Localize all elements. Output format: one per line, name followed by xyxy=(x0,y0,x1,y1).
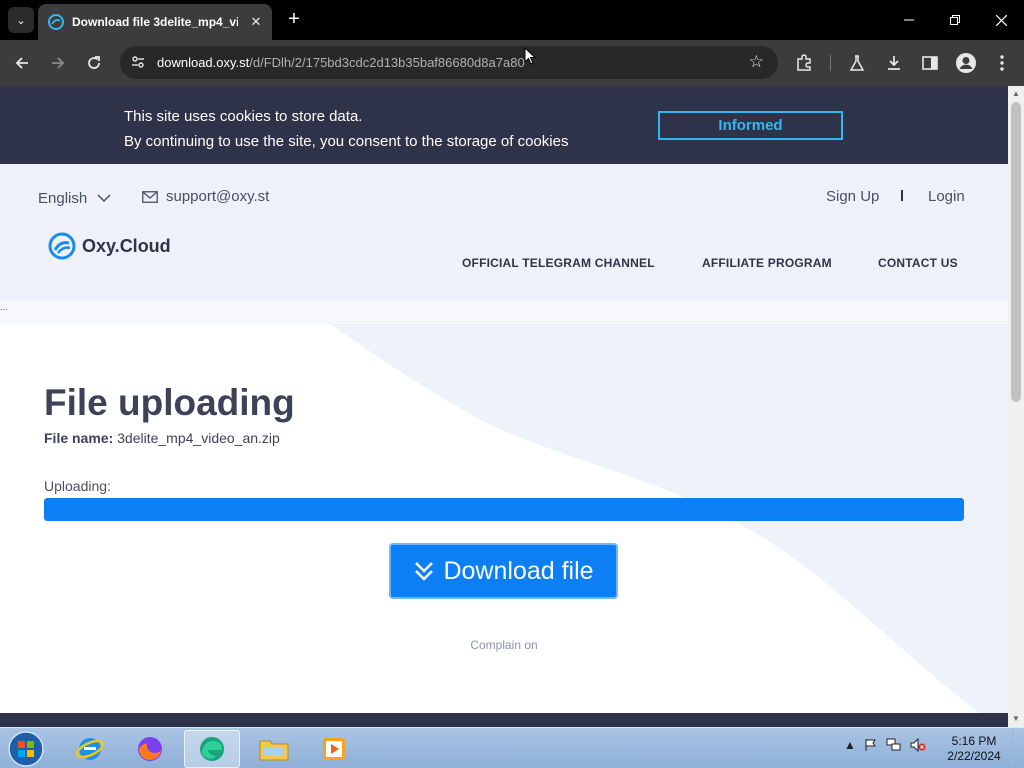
reload-icon xyxy=(88,56,100,69)
minimize-icon xyxy=(904,19,914,21)
nav-contact-us[interactable]: CONTACT US xyxy=(878,256,958,270)
taskbar-internet-explorer[interactable] xyxy=(62,730,118,768)
oxy-favicon-icon xyxy=(48,14,64,30)
page-title: File uploading xyxy=(44,382,295,423)
minimize-button[interactable] xyxy=(886,0,932,40)
sign-up-link[interactable]: Sign Up xyxy=(826,188,879,205)
scroll-thumb[interactable] xyxy=(1011,102,1021,402)
show-desktop-button[interactable] xyxy=(1012,728,1024,768)
browser-menu-icon[interactable] xyxy=(991,52,1013,74)
scroll-up-arrow-icon[interactable]: ▲ xyxy=(1011,89,1021,99)
close-icon xyxy=(995,14,1007,26)
toolbar-separator xyxy=(830,55,831,71)
ellipsis-marker: ... xyxy=(0,302,8,312)
nav-affiliate-program[interactable]: AFFILIATE PROGRAM xyxy=(702,256,832,270)
new-tab-button[interactable]: + xyxy=(282,8,306,32)
site-header: English support@oxy.st Sign Up Login Oxy… xyxy=(0,164,1008,300)
upload-progress-bar xyxy=(44,498,964,521)
oxy-logo-icon xyxy=(48,232,76,260)
web-page: This site uses cookies to store data. By… xyxy=(0,86,1008,713)
folder-icon xyxy=(259,740,289,761)
bookmark-star-icon[interactable]: ☆ xyxy=(749,52,764,72)
reload-button[interactable] xyxy=(82,51,106,75)
cookie-accept-button[interactable]: Informed xyxy=(658,111,843,140)
support-email: support@oxy.st xyxy=(166,188,270,205)
url-path: /d/FDlh/2/175bd3cdc2d13b35baf86680d8a7a8… xyxy=(249,55,525,70)
edge-browser-icon xyxy=(200,737,224,761)
page-footer xyxy=(0,713,1008,727)
tab-title: Download file 3delite_mp4_vid xyxy=(72,15,238,29)
header-strip xyxy=(0,300,1008,324)
cookie-line-1: This site uses cookies to store data. xyxy=(124,108,363,125)
file-name-value: 3delite_mp4_video_an.zip xyxy=(117,430,280,446)
back-button[interactable] xyxy=(10,51,34,75)
double-chevron-down-icon xyxy=(415,562,434,581)
tray-expand-icon[interactable]: ▲ xyxy=(844,738,856,752)
chevron-down-icon xyxy=(97,194,111,203)
clock-date: 2/22/2024 xyxy=(947,749,1001,763)
support-email-link[interactable]: support@oxy.st xyxy=(142,188,269,205)
url-text: download.oxy.st/d/FDlh/2/175bd3cdc2d13b3… xyxy=(157,55,525,70)
chevron-down-icon: ⌄ xyxy=(16,14,26,27)
close-tab-icon[interactable]: ✕ xyxy=(248,14,264,30)
mail-icon xyxy=(142,190,158,203)
taskbar-edge[interactable] xyxy=(184,730,240,768)
start-button[interactable] xyxy=(6,730,46,768)
browser-toolbar: download.oxy.st/d/FDlh/2/175bd3cdc2d13b3… xyxy=(0,40,1024,86)
profile-avatar-icon[interactable] xyxy=(955,52,977,74)
site-info-icon[interactable] xyxy=(130,54,146,70)
taskbar-file-explorer[interactable] xyxy=(246,730,302,768)
auth-divider xyxy=(901,190,903,201)
language-selector[interactable]: English xyxy=(38,190,111,207)
nav-telegram-channel[interactable]: OFFICIAL TELEGRAM CHANNEL xyxy=(462,256,655,270)
logo-text: Oxy.Cloud xyxy=(82,235,171,256)
mouse-cursor-icon xyxy=(524,47,536,65)
download-icon[interactable] xyxy=(883,52,905,74)
arrow-left-icon xyxy=(15,57,28,69)
taskbar-firefox[interactable] xyxy=(122,730,178,768)
internet-explorer-icon xyxy=(75,738,105,760)
restore-button[interactable] xyxy=(932,0,978,40)
taskbar-media-player[interactable] xyxy=(306,730,362,768)
url-host: download.oxy.st xyxy=(157,55,250,70)
page-scrollbar[interactable]: ▲ ▼ xyxy=(1008,86,1024,727)
tab-search-button[interactable]: ⌄ xyxy=(8,7,34,33)
tab-bar: ⌄ Download file 3delite_mp4_vid ✕ + xyxy=(0,0,1024,40)
address-bar[interactable]: download.oxy.st/d/FDlh/2/175bd3cdc2d13b3… xyxy=(120,46,778,79)
site-logo[interactable]: Oxy.Cloud xyxy=(48,232,171,260)
labs-flask-icon[interactable] xyxy=(846,52,868,74)
active-tab[interactable]: Download file 3delite_mp4_vid ✕ xyxy=(38,4,272,40)
media-player-icon xyxy=(323,738,345,760)
scroll-down-arrow-icon[interactable]: ▼ xyxy=(1011,714,1021,724)
cookie-message: This site uses cookies to store data. By… xyxy=(124,104,568,154)
download-file-button[interactable]: Download file xyxy=(389,543,618,599)
windows-logo-icon xyxy=(8,731,44,767)
arrow-right-icon xyxy=(52,57,65,69)
forward-button[interactable] xyxy=(46,51,70,75)
side-panel-icon[interactable] xyxy=(919,52,941,74)
volume-muted-icon[interactable] xyxy=(910,738,926,752)
windows-taskbar: ▲ 5:16 PM 2/22/2024 xyxy=(0,727,1024,768)
cookie-line-2: By continuing to use the site, you conse… xyxy=(124,133,569,150)
action-center-flag-icon[interactable] xyxy=(864,738,878,752)
complain-link[interactable]: Complain on xyxy=(0,638,1008,652)
taskbar-clock[interactable]: 5:16 PM 2/22/2024 xyxy=(946,734,1002,764)
clock-time: 5:16 PM xyxy=(951,734,997,748)
file-name-row: File name: 3delite_mp4_video_an.zip xyxy=(44,430,280,446)
login-link[interactable]: Login xyxy=(928,188,965,205)
system-tray: ▲ xyxy=(844,738,926,752)
download-button-label: Download file xyxy=(443,556,594,585)
firefox-icon xyxy=(138,737,162,761)
close-window-button[interactable] xyxy=(978,0,1024,40)
language-label: English xyxy=(38,190,88,207)
file-name-label: File name: xyxy=(44,430,114,446)
extensions-icon[interactable] xyxy=(793,52,815,74)
uploading-label: Uploading: xyxy=(44,478,111,494)
network-icon[interactable] xyxy=(886,738,902,752)
restore-icon xyxy=(950,15,960,25)
upload-progress-fill xyxy=(44,498,964,521)
cookie-banner: This site uses cookies to store data. By… xyxy=(0,86,1008,164)
